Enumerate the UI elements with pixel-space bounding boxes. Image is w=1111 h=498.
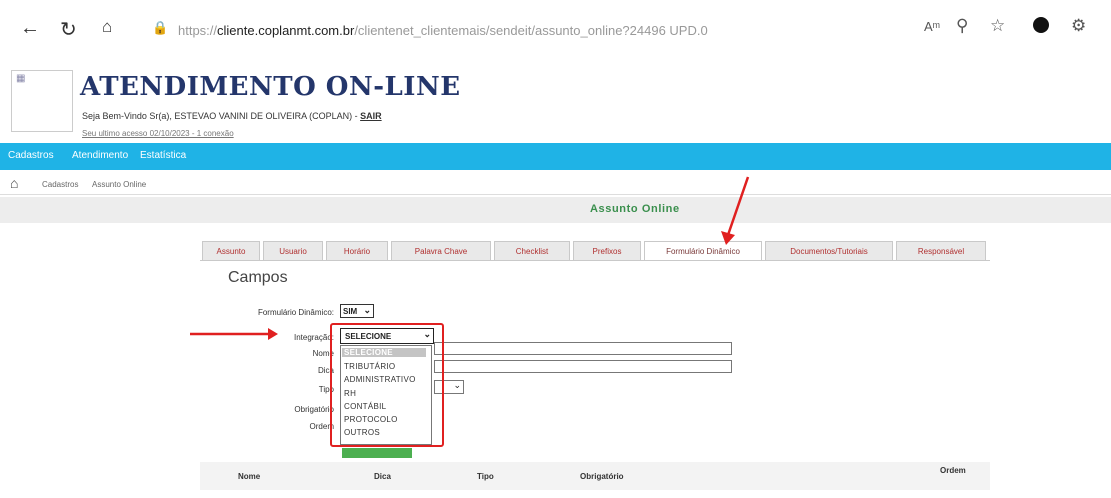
section-title: Assunto Online xyxy=(590,203,680,215)
ordem-label: Ordem xyxy=(309,422,334,431)
annotation-arrow-left xyxy=(190,328,278,340)
tipo-label: Tipo xyxy=(318,385,334,394)
breadcrumb-home-icon[interactable]: ⌂ xyxy=(10,175,18,191)
dica-input[interactable] xyxy=(434,360,732,373)
home-icon[interactable]: ⌂ xyxy=(102,17,112,37)
welcome-message: Seja Bem-Vindo Sr(a), ESTEVAO VANINI DE … xyxy=(82,111,358,121)
tab-documentos-tutoriais[interactable]: Documentos/Tutoriais xyxy=(765,241,893,261)
col-tipo: Tipo xyxy=(477,472,494,481)
annotation-arrow-down xyxy=(721,176,750,245)
col-dica: Dica xyxy=(374,472,391,481)
formulario-dinamico-value: SIM xyxy=(343,306,358,316)
extensions-icon[interactable]: ⚙ xyxy=(1071,16,1086,36)
dica-label: Dica xyxy=(317,366,334,375)
lock-icon[interactable]: 🔒 xyxy=(152,20,168,36)
col-nome: Nome xyxy=(238,472,261,481)
nome-label: Nome xyxy=(312,349,334,358)
breadcrumb-assunto-online: Assunto Online xyxy=(92,180,147,189)
back-icon[interactable]: ← xyxy=(20,17,40,40)
nome-input[interactable] xyxy=(434,342,732,355)
tab-responsavel[interactable]: Responsável xyxy=(896,241,986,261)
url-prefix: https:// xyxy=(178,23,218,38)
col-ordem: Ordem xyxy=(940,466,966,475)
dropdown-highlight-box xyxy=(330,323,444,447)
breadcrumb-cadastros[interactable]: Cadastros xyxy=(42,180,78,189)
formulario-dinamico-select[interactable]: SIM ⌄ xyxy=(340,304,374,318)
last-access-link[interactable]: Seu ultimo acesso 02/10/2023 - 1 conexão xyxy=(82,129,234,138)
page-title: ATENDIMENTO ON-LINE xyxy=(80,72,461,102)
tab-prefixos[interactable]: Prefixos xyxy=(573,241,641,261)
zoom-icon[interactable]: ⚲ xyxy=(956,16,968,36)
obrigatorio-label: Obrigatório xyxy=(294,405,334,414)
formulario-dinamico-label: Formulário Dinâmico: xyxy=(257,308,334,317)
logout-link[interactable]: SAIR xyxy=(360,111,382,121)
menu-estatistica[interactable]: Estatística xyxy=(140,150,186,161)
welcome-text: Seja Bem-Vindo Sr(a), ESTEVAO VANINI DE … xyxy=(82,111,382,121)
chevron-down-icon: ⌄ xyxy=(363,305,371,315)
tab-palavra-chave[interactable]: Palavra Chave xyxy=(391,241,491,261)
breadcrumb xyxy=(0,172,1111,195)
url-path: /clientenet_clientemais/sendeit/assunto_… xyxy=(354,23,708,38)
tab-horario[interactable]: Horário xyxy=(326,241,388,261)
reload-icon[interactable]: ↻ xyxy=(60,17,77,42)
tab-usuario[interactable]: Usuario xyxy=(263,241,323,261)
col-obrigatorio: Obrigatório xyxy=(580,472,624,481)
menu-cadastros[interactable]: Cadastros xyxy=(8,150,54,161)
profile-icon[interactable] xyxy=(1033,17,1049,33)
read-aloud-icon[interactable]: Aᵐ xyxy=(924,19,940,34)
url-host: cliente.coplanmt.com.br xyxy=(217,23,355,38)
tab-assunto[interactable]: Assunto xyxy=(202,241,260,261)
logo-image: ▦ xyxy=(11,70,73,132)
menu-atendimento[interactable]: Atendimento xyxy=(72,150,128,161)
chevron-down-icon: ⌄ xyxy=(453,380,461,390)
tab-checklist[interactable]: Checklist xyxy=(494,241,570,261)
add-button[interactable] xyxy=(342,448,412,458)
campos-heading: Campos xyxy=(228,269,288,286)
address-bar[interactable]: https://cliente.coplanmt.com.br/clienten… xyxy=(178,23,708,38)
broken-image-icon: ▦ xyxy=(16,73,26,84)
section-header xyxy=(0,197,1111,223)
favorite-icon[interactable]: ☆ xyxy=(990,16,1005,36)
tabs-divider xyxy=(200,260,990,261)
